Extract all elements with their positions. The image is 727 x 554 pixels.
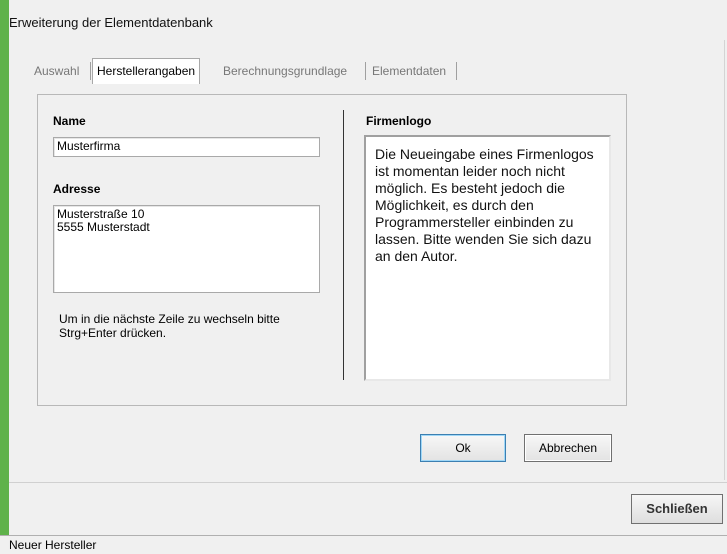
tab-separator — [365, 62, 366, 80]
status-bar: Neuer Hersteller — [0, 535, 727, 554]
tab-herstellerangaben[interactable]: Herstellerangaben — [92, 58, 201, 84]
close-button[interactable]: Schließen — [631, 494, 723, 524]
status-text: Neuer Hersteller — [9, 538, 97, 552]
address-label: Adresse — [53, 182, 101, 196]
logo-message-box: Die Neueingabe eines Firmenlogos ist mom… — [364, 135, 611, 381]
dialog-window: Erweiterung der Elementdatenbank Auswahl… — [0, 0, 727, 554]
logo-label: Firmenlogo — [366, 114, 432, 128]
tab-berechnungsgrundlage[interactable]: Berechnungsgrundlage — [223, 60, 347, 82]
tab-auswahl[interactable]: Auswahl — [34, 60, 79, 82]
tab-separator — [90, 62, 91, 80]
footer-divider — [9, 482, 727, 483]
tab-elementdaten[interactable]: Elementdaten — [372, 60, 446, 82]
cancel-button[interactable]: Abbrechen — [524, 434, 612, 462]
address-hint: Um in die nächste Zeile zu wechseln bitt… — [59, 312, 280, 340]
vertical-divider — [343, 110, 344, 380]
window-border — [0, 0, 9, 536]
panel-edge — [724, 40, 725, 480]
tab-separator — [456, 62, 457, 80]
name-label: Name — [53, 114, 86, 128]
window-title: Erweiterung der Elementdatenbank — [9, 15, 213, 30]
address-field[interactable]: Musterstraße 10 5555 Musterstadt — [53, 205, 320, 293]
ok-button[interactable]: Ok — [420, 434, 506, 462]
name-field[interactable]: Musterfirma — [53, 137, 320, 157]
title-bar[interactable]: Erweiterung der Elementdatenbank — [9, 0, 727, 40]
